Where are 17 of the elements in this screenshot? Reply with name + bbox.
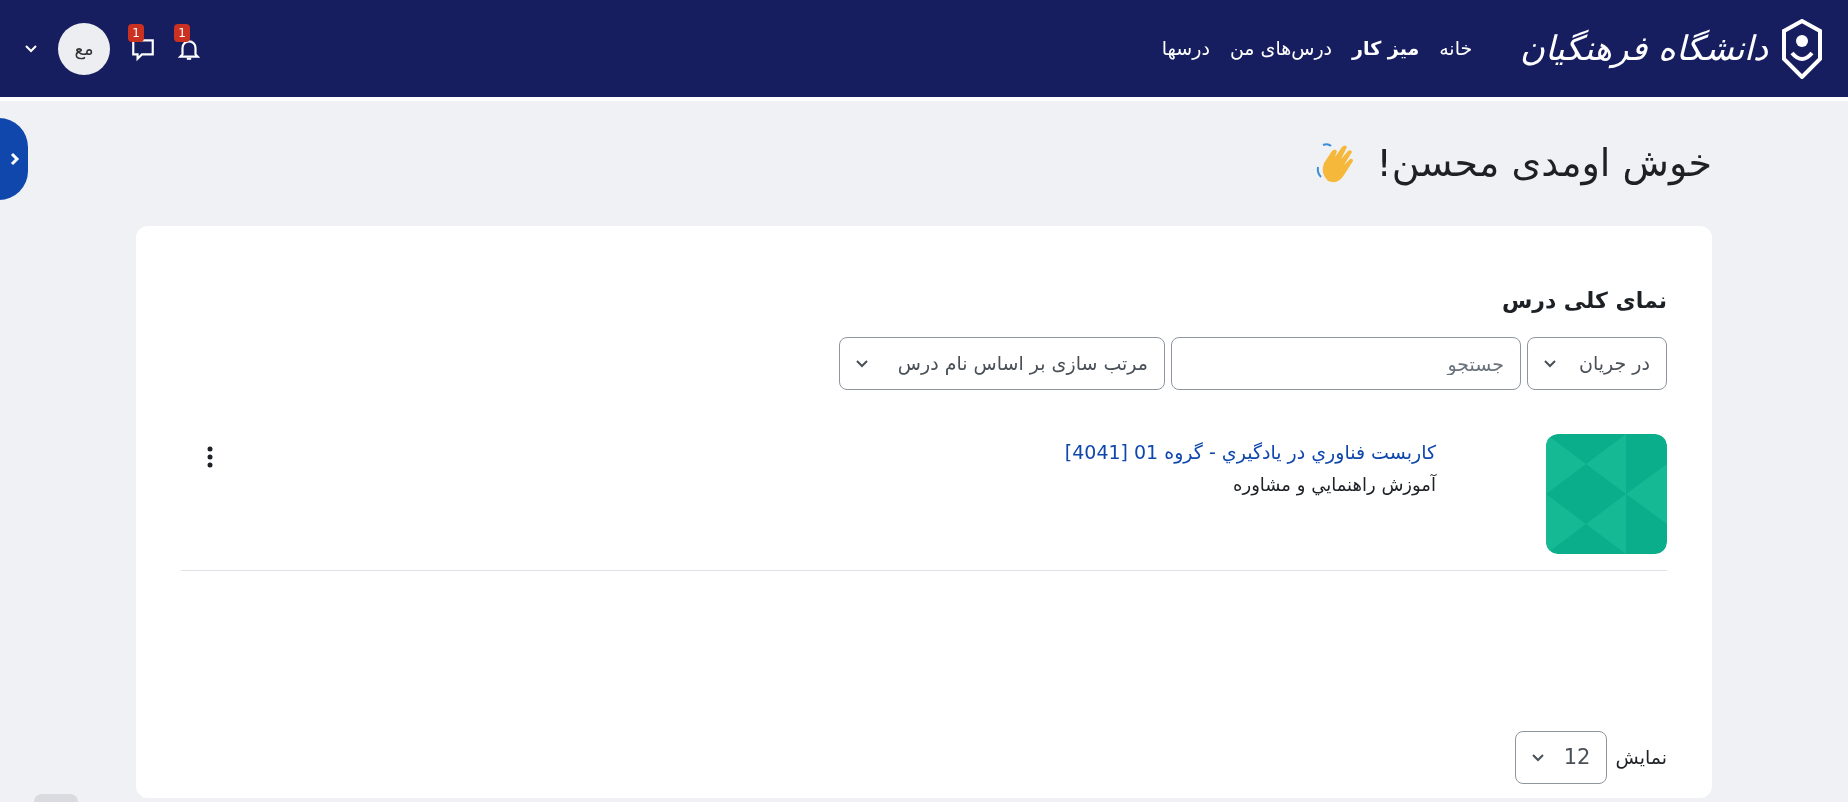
section-title: نمای کلی درس <box>1500 287 1667 315</box>
nav-link[interactable]: میز کار <box>1352 34 1420 63</box>
university-logo-text: دانشگاه فرهنگیان <box>1520 27 1768 71</box>
notification-count: 1 <box>174 23 190 42</box>
message-count: 1 <box>128 23 144 42</box>
nav-link[interactable]: خانه <box>1439 34 1473 63</box>
per-page-dropdown[interactable]: 12 <box>1515 731 1608 784</box>
course-link[interactable]: كاربست فناوري در يادگيري - گروه 01 [4041] <box>1064 438 1436 467</box>
user-avatar[interactable]: مع <box>58 22 110 75</box>
course-category: آموزش راهنمايي و مشاوره <box>1233 472 1436 498</box>
search-field[interactable]: جستجو <box>1171 337 1521 390</box>
per-page-label: نمایش <box>1615 745 1667 771</box>
welcome-heading: خوش اومدی محسن! <box>1376 140 1712 188</box>
status-dropdown[interactable]: در جریان <box>1527 337 1667 390</box>
nav-link[interactable]: درس‌های من <box>1229 34 1333 63</box>
sort-dropdown[interactable]: مرتب سازی بر اساس نام درس <box>839 337 1165 390</box>
nav-link[interactable]: درسها <box>1161 34 1210 63</box>
